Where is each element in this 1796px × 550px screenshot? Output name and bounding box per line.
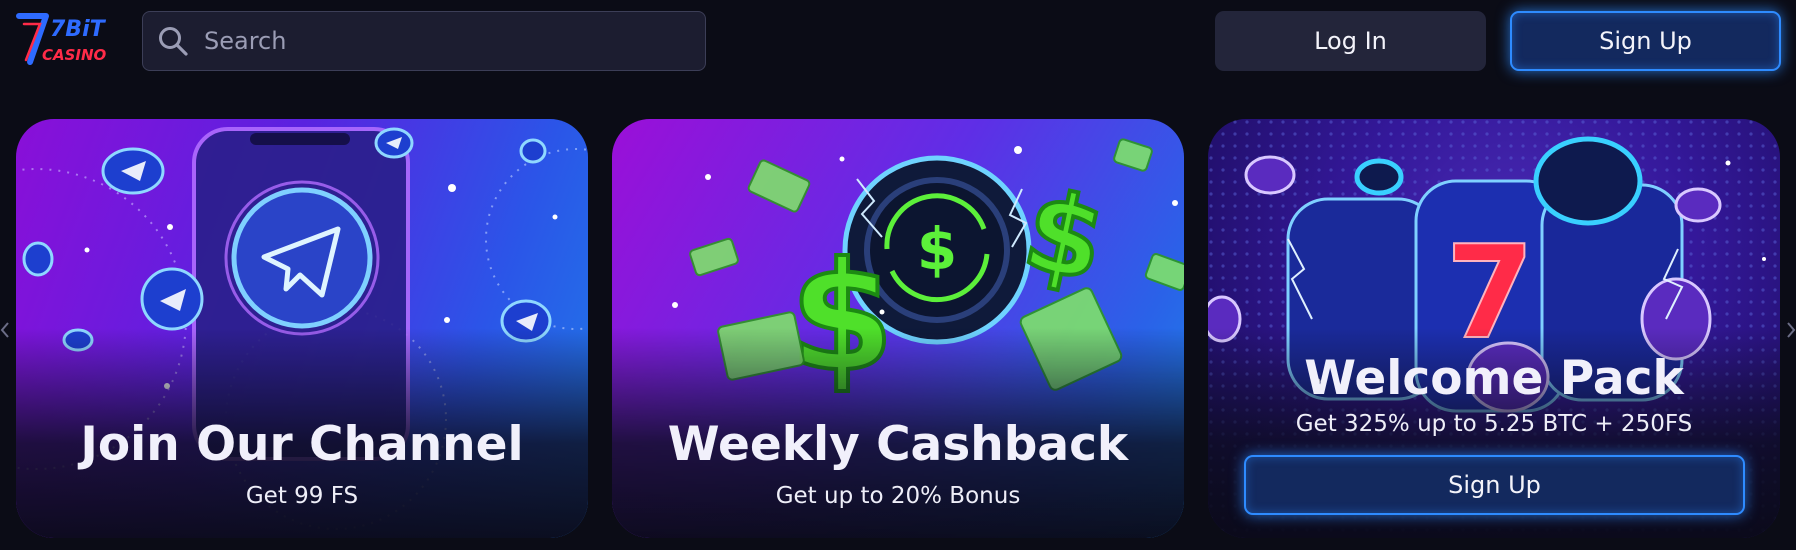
- logo-brand-top: 7BiT: [50, 17, 107, 42]
- promo-title: Welcome Pack: [1304, 351, 1684, 406]
- svg-text:$: $: [1014, 166, 1115, 307]
- promo-subtitle: Get up to 20% Bonus: [775, 483, 1021, 509]
- top-header: 7BiT CASINO Log In Sign Up: [0, 0, 1796, 100]
- casino-logo[interactable]: 7BiT CASINO: [16, 10, 120, 72]
- search-icon: [159, 27, 188, 56]
- search-input[interactable]: [204, 12, 705, 70]
- carousel-prev-icon[interactable]: [0, 320, 10, 340]
- welcome-signup-button[interactable]: Sign Up: [1244, 455, 1745, 515]
- promo-subtitle: Get 99 FS: [245, 483, 359, 509]
- signup-button[interactable]: Sign Up: [1510, 11, 1781, 71]
- promo-card-channel[interactable]: Join Our Channel Get 99 FS: [16, 119, 588, 538]
- promo-card-welcome[interactable]: 7 Welcome Pack Get 325% up to 5.25 BTC +…: [1208, 119, 1780, 538]
- promo-card-cashback[interactable]: $ $ $ Weekly Cashback Get up to 20% Bonu…: [612, 119, 1184, 538]
- login-button[interactable]: Log In: [1215, 11, 1486, 71]
- promo-title: Weekly Cashback: [667, 417, 1129, 472]
- carousel-next-icon[interactable]: [1786, 320, 1796, 340]
- promo-subtitle: Get 325% up to 5.25 BTC + 250FS: [1295, 411, 1693, 437]
- logo-brand-bottom: CASINO: [42, 46, 107, 64]
- search-box[interactable]: [142, 11, 706, 71]
- promo-title: Join Our Channel: [80, 417, 524, 472]
- dollar-icon: $: [917, 215, 957, 283]
